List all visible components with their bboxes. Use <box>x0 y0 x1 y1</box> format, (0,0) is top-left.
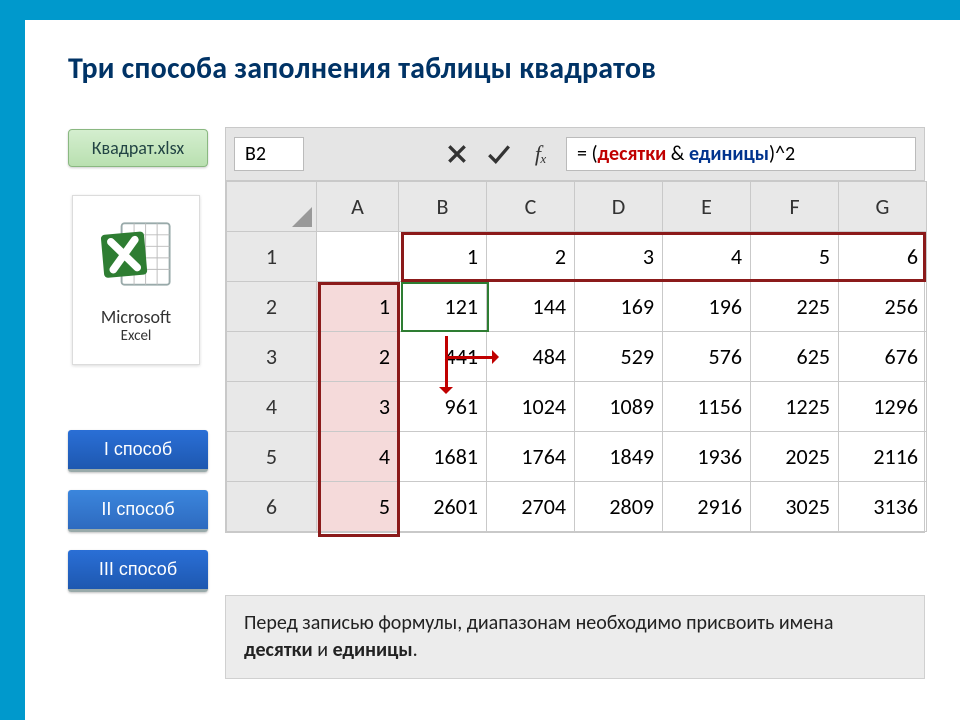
cell[interactable]: 121 <box>399 282 487 332</box>
method-3-button[interactable]: III способ <box>68 550 208 592</box>
excel-label-line2: Excel <box>101 328 171 345</box>
row-header[interactable]: 4 <box>227 382 317 432</box>
cell[interactable]: 1849 <box>575 432 663 482</box>
method-buttons: I способ II способ III способ <box>68 430 208 592</box>
cell[interactable]: 576 <box>663 332 751 382</box>
cell[interactable]: 1681 <box>399 432 487 482</box>
spreadsheet: A B C D E F G 1 1 2 3 4 5 6 2 1 121 <box>225 181 925 533</box>
cell[interactable]: 625 <box>751 332 839 382</box>
col-header[interactable]: E <box>663 182 751 232</box>
cell[interactable]: 3025 <box>751 482 839 532</box>
cell[interactable]: 4 <box>663 232 751 282</box>
select-all-corner[interactable] <box>227 182 317 232</box>
cell[interactable]: 1936 <box>663 432 751 482</box>
cell[interactable]: 3 <box>317 382 399 432</box>
col-header[interactable]: A <box>317 182 399 232</box>
col-header[interactable]: C <box>487 182 575 232</box>
cell[interactable]: 144 <box>487 282 575 332</box>
cell[interactable]: 1296 <box>839 382 927 432</box>
note-box: Перед записью формулы, диапазонам необхо… <box>225 595 925 679</box>
cell[interactable]: 2116 <box>839 432 927 482</box>
formula-input[interactable]: = (десятки & единицы)^2 <box>566 137 916 171</box>
cell[interactable]: 529 <box>575 332 663 382</box>
fx-icon[interactable]: fₓ <box>524 137 558 171</box>
cell[interactable]: 225 <box>751 282 839 332</box>
cell[interactable]: 2 <box>487 232 575 282</box>
row-header[interactable]: 2 <box>227 282 317 332</box>
method-1-button[interactable]: I способ <box>68 430 208 472</box>
cell[interactable]: 4 <box>317 432 399 482</box>
cell[interactable]: 3 <box>575 232 663 282</box>
cell[interactable]: 2 <box>317 332 399 382</box>
method-2-button[interactable]: II способ <box>68 490 208 532</box>
cell[interactable]: 1 <box>399 232 487 282</box>
excel-icon <box>88 206 184 302</box>
col-header[interactable]: G <box>839 182 927 232</box>
row-header[interactable]: 1 <box>227 232 317 282</box>
name-box[interactable]: B2 <box>234 137 304 171</box>
excel-app-badge: Microsoft Excel <box>72 195 200 365</box>
enter-icon[interactable] <box>482 137 516 171</box>
cell[interactable]: 676 <box>839 332 927 382</box>
col-header[interactable]: B <box>399 182 487 232</box>
cell[interactable]: 5 <box>317 482 399 532</box>
col-header[interactable]: F <box>751 182 839 232</box>
cell[interactable]: 1 <box>317 282 399 332</box>
file-chip[interactable]: Квадрат.xlsx <box>68 129 208 167</box>
cell[interactable]: 2601 <box>399 482 487 532</box>
excel-label: Microsoft Excel <box>101 308 171 344</box>
cell[interactable]: 1024 <box>487 382 575 432</box>
cell[interactable] <box>317 232 399 282</box>
cell[interactable]: 2916 <box>663 482 751 532</box>
excel-label-line1: Microsoft <box>101 306 171 328</box>
cell[interactable]: 961 <box>399 382 487 432</box>
formula-bar: B2 fₓ = (десятки & единицы)^2 <box>225 127 925 181</box>
cell[interactable]: 256 <box>839 282 927 332</box>
accent-top-bar <box>0 0 960 20</box>
accent-side-bar <box>0 0 25 720</box>
col-header[interactable]: D <box>575 182 663 232</box>
cell[interactable]: 6 <box>839 232 927 282</box>
row-header[interactable]: 3 <box>227 332 317 382</box>
cell[interactable]: 2025 <box>751 432 839 482</box>
cell[interactable]: 1089 <box>575 382 663 432</box>
cell[interactable]: 484 <box>487 332 575 382</box>
row-header[interactable]: 6 <box>227 482 317 532</box>
cell[interactable]: 169 <box>575 282 663 332</box>
cell[interactable]: 1764 <box>487 432 575 482</box>
cell[interactable]: 5 <box>751 232 839 282</box>
slide-title: Три способа заполнения таблицы квадратов <box>68 50 656 87</box>
cell[interactable]: 196 <box>663 282 751 332</box>
cell[interactable]: 2809 <box>575 482 663 532</box>
excel-panel: B2 fₓ = (десятки & единицы)^2 A B C D E … <box>225 127 925 533</box>
cell[interactable]: 1156 <box>663 382 751 432</box>
cell[interactable]: 2704 <box>487 482 575 532</box>
cancel-icon[interactable] <box>440 137 474 171</box>
row-header[interactable]: 5 <box>227 432 317 482</box>
cell[interactable]: 441 <box>399 332 487 382</box>
cell[interactable]: 3136 <box>839 482 927 532</box>
cell[interactable]: 1225 <box>751 382 839 432</box>
